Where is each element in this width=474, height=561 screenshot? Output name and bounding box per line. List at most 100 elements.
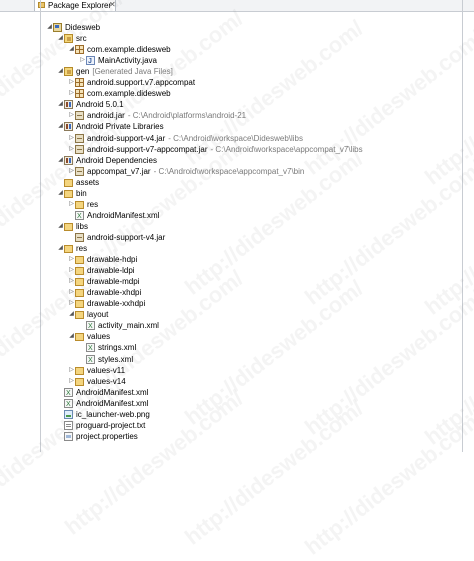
collapsed-arrow-icon[interactable]: ▷ [68,265,75,276]
expanded-arrow-icon[interactable]: ◢ [57,243,64,254]
folder-icon [75,366,84,375]
tree-item[interactable]: project.properties [57,431,138,442]
collapsed-arrow-icon[interactable]: ▷ [68,88,75,99]
collapsed-arrow-icon[interactable]: ▷ [68,365,75,376]
tree-item[interactable]: ◢ values [68,331,110,342]
package-icon [75,89,84,99]
tree-item-decoration: - C:\Android\workspace\appcompat_v7\bin [153,166,305,176]
tree-item[interactable]: ▷ android-support-v4.jar - C:\Android\work… [68,133,303,144]
jar-icon [75,166,84,176]
srcfolder-icon [64,67,73,77]
collapsed-arrow-icon[interactable]: ▷ [68,376,75,387]
collapsed-arrow-icon[interactable]: ▷ [68,144,75,155]
library-icon [64,100,73,110]
tree-item[interactable]: ◢ Android 5.0.1 [57,99,124,110]
watermark-text: http://didesweb.com/ [300,285,474,440]
tree-item[interactable]: strings.xml [79,342,136,354]
collapsed-arrow-icon[interactable]: ▷ [68,287,75,298]
folder-icon [75,300,84,309]
tree-item[interactable]: assets [57,177,99,188]
tree-item[interactable]: android-support-v4.jar [68,232,165,243]
close-icon[interactable]: ✕ [109,0,116,9]
expanded-arrow-icon[interactable]: ◢ [68,331,75,342]
collapsed-arrow-icon[interactable]: ▷ [68,166,75,177]
tree-item-label: AndroidManifest.xml [76,387,149,397]
expanded-arrow-icon[interactable]: ◢ [57,33,64,44]
tree-item[interactable]: styles.xml [79,354,134,366]
watermark-text: http://didesweb.com/ [300,155,474,310]
expanded-arrow-icon[interactable]: ◢ [68,44,75,55]
tree-item[interactable]: ◢ res [57,243,87,254]
collapsed-arrow-icon[interactable]: ▷ [68,276,75,287]
tree-item[interactable]: ▷ android-support-v7-appcompat.jar - C:\An… [68,144,363,155]
expanded-arrow-icon[interactable]: ◢ [57,121,64,132]
tree-item-label: styles.xml [98,354,134,364]
expanded-arrow-icon[interactable]: ◢ [57,221,64,232]
tree-item[interactable]: ▷ com.example.didesweb [68,88,171,99]
tree-item-label: Android Private Libraries [76,122,164,132]
tree-item[interactable]: ◢ Didesweb [46,22,100,33]
expanded-arrow-icon[interactable]: ◢ [68,309,75,320]
propfile-icon [64,431,73,441]
tree-item[interactable]: ▷ drawable-xhdpi [68,287,141,298]
tree-item[interactable]: ▷ android.support.v7.appcompat [68,77,195,88]
collapsed-arrow-icon[interactable]: ▷ [68,133,75,144]
collapsed-arrow-icon[interactable]: ▷ [68,254,75,265]
tree-item[interactable]: ▷ res [68,199,98,210]
tree-item-label: android-support-v4.jar [87,232,166,242]
tree-item[interactable]: proguard-project.txt [57,420,145,431]
expanded-arrow-icon[interactable]: ◢ [57,188,64,199]
watermark-text: http://didesweb.com/ [180,275,368,430]
package-icon [75,45,84,55]
tree-item[interactable]: ▷ android.jar - C:\Android\platforms\andro… [68,110,246,121]
tree-item[interactable]: ▷ values-v14 [68,376,126,387]
tree-item[interactable]: activity_main.xml [79,320,159,332]
tree-item[interactable]: ◢ Android Dependencies [57,155,157,166]
xmlfile-icon [86,354,95,366]
tree-item[interactable]: ▷ values-v11 [68,365,125,376]
folder-icon [75,377,84,386]
expanded-arrow-icon[interactable]: ◢ [46,22,53,33]
tree-item[interactable]: ic_launcher-web.png [57,409,150,420]
tree-item[interactable]: ▷ drawable-mdpi [68,276,139,287]
tree-item[interactable]: ▷ appcompat_v7.jar - C:\Android\workspace\… [68,166,304,177]
expanded-arrow-icon[interactable]: ◢ [57,99,64,110]
tree-item[interactable]: AndroidManifest.xml [68,210,159,222]
tree-item-label: gen [76,67,90,77]
expanded-arrow-icon[interactable]: ◢ [57,66,64,77]
watermark-text: http://didesweb.com/ [420,165,474,320]
tree-item-decoration: - C:\Android\workspace\appcompat_v7\libs [210,144,363,154]
collapsed-arrow-icon[interactable]: ▷ [68,110,75,121]
tree-item[interactable]: ▷ MainActivity.java [79,55,157,67]
tree-item[interactable]: ▷ drawable-xxhdpi [68,298,145,309]
watermark-text: http://didesweb.com/ [420,35,474,190]
folder-icon [75,200,84,209]
collapsed-arrow-icon[interactable]: ▷ [68,199,75,210]
folder-icon [64,222,73,231]
jar-icon [75,133,84,143]
expanded-arrow-icon[interactable]: ◢ [57,155,64,166]
tree-item[interactable]: AndroidManifest.xml [57,387,149,399]
tab-package-explorer[interactable]: Package Explorer ✕ [34,0,116,11]
tree-item-label: res [87,199,99,209]
tree-item-label: values-v14 [87,376,126,386]
collapsed-arrow-icon[interactable]: ▷ [68,77,75,88]
tree-item-label: drawable-hdpi [87,255,138,265]
tree-item[interactable]: ▷ drawable-ldpi [68,265,135,276]
tree-item-label: drawable-xxhdpi [87,299,146,309]
folder-icon [64,189,73,198]
tree-item[interactable]: ▷ drawable-hdpi [68,254,137,265]
collapsed-arrow-icon[interactable]: ▷ [68,298,75,309]
tree-item-label: layout [87,310,109,320]
tree-item[interactable]: ◢ gen [Generated Java Files] [57,66,173,77]
tree-item[interactable]: ◢ src [57,33,87,44]
tree-item[interactable]: ◢ com.example.didesweb [68,44,171,55]
collapsed-arrow-icon[interactable]: ▷ [79,55,86,66]
tree-item[interactable]: ◢ libs [57,221,88,232]
tree-item[interactable]: AndroidManifest.xml [57,398,148,410]
tree-item[interactable]: ◢ layout [68,309,108,320]
tree-item[interactable]: ◢ Android Private Libraries [57,121,164,132]
tree-item[interactable]: ◢ bin [57,188,87,199]
folder-icon [64,178,73,187]
tree-item-label: src [76,34,87,44]
